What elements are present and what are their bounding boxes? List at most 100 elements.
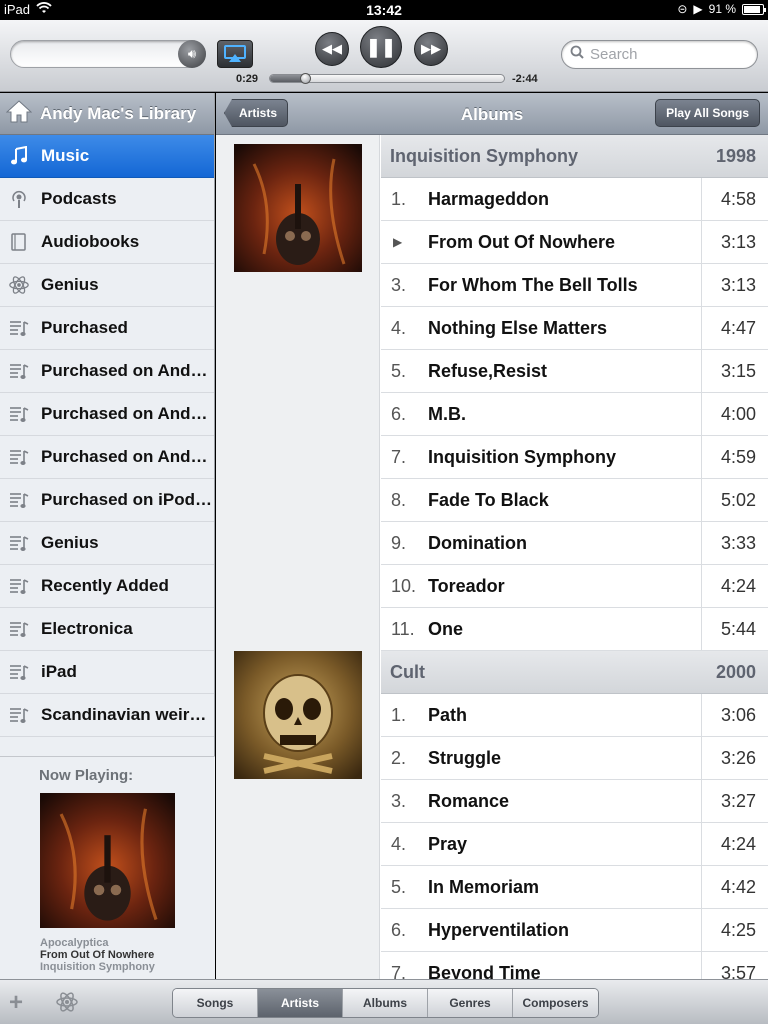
- sidebar-item[interactable]: Audiobooks: [0, 221, 214, 264]
- pause-button[interactable]: ❚❚: [360, 26, 402, 68]
- genius-atom-icon: [8, 274, 30, 296]
- tab-artists[interactable]: Artists: [258, 989, 343, 1017]
- track-number: 5.: [391, 876, 407, 897]
- next-track-button[interactable]: ▶▶: [414, 32, 448, 66]
- sidebar-item[interactable]: Electronica: [0, 608, 214, 651]
- track-name: From Out Of Nowhere: [428, 231, 616, 252]
- sidebar-item[interactable]: Recently Added: [0, 565, 214, 608]
- sidebar-item[interactable]: Purchased on And…: [0, 350, 214, 393]
- track-row[interactable]: 4. Pray 4:24: [381, 822, 768, 866]
- sidebar-item-label: Music: [41, 146, 90, 165]
- volume-slider[interactable]: [10, 40, 206, 68]
- sidebar-item[interactable]: Music: [0, 135, 214, 178]
- home-icon[interactable]: [5, 99, 33, 128]
- track-number: 3.: [391, 274, 407, 295]
- track-name: Struggle: [428, 747, 502, 768]
- library-title: Andy Mac's Library: [40, 103, 197, 123]
- track-row[interactable]: 2. Struggle 3:26: [381, 736, 768, 780]
- albums-header: Artists Albums Play All Songs: [216, 93, 768, 135]
- genius-icon[interactable]: [55, 990, 79, 1014]
- scrubber[interactable]: [269, 73, 505, 84]
- track-duration: 3:33: [701, 521, 768, 565]
- tab-genres[interactable]: Genres: [428, 989, 513, 1017]
- track-number: 9.: [391, 532, 407, 553]
- search-icon: [570, 45, 584, 64]
- sidebar-item-label: Genius: [41, 275, 99, 294]
- track-row[interactable]: 3. Romance 3:27: [381, 779, 768, 823]
- sidebar-item[interactable]: Scandinavian weir…: [0, 694, 214, 737]
- album-header[interactable]: Inquisition Symphony 1998: [381, 135, 768, 178]
- now-playing-indicator-icon: ▶: [393, 235, 403, 249]
- sidebar-item[interactable]: Purchased on And…: [0, 436, 214, 479]
- track-list: Inquisition Symphony 1998 1. Harmageddon 4:5…: [381, 135, 768, 979]
- track-row[interactable]: 8. Fade To Black 5:02: [381, 478, 768, 522]
- previous-track-button[interactable]: ◀◀: [315, 32, 349, 66]
- tab-albums[interactable]: Albums: [343, 989, 428, 1017]
- scrubber-thumb[interactable]: [300, 73, 311, 84]
- track-row[interactable]: 6. M.B. 4:00: [381, 392, 768, 436]
- album-art-inquisition-symphony[interactable]: [234, 144, 362, 272]
- track-duration: 4:24: [701, 822, 768, 866]
- status-bar: iPad 13:42 ⊝ ▶ 91 %: [0, 0, 768, 20]
- search-box[interactable]: [561, 40, 758, 69]
- track-row[interactable]: 1. Path 3:06: [381, 693, 768, 737]
- sidebar-item[interactable]: Purchased on iPod…: [0, 479, 214, 522]
- sidebar-item-label: Genius: [41, 533, 99, 552]
- track-row[interactable]: 6. Hyperventilation 4:25: [381, 908, 768, 952]
- battery-percent: 91 %: [708, 2, 736, 16]
- now-playing-album: Inquisition Symphony: [40, 961, 155, 973]
- sidebar-item[interactable]: Genius: [0, 522, 214, 565]
- track-name: Refuse,Resist: [428, 360, 548, 381]
- sidebar-item[interactable]: Purchased on And…: [0, 393, 214, 436]
- track-row[interactable]: 5. In Memoriam 4:42: [381, 865, 768, 909]
- sidebar-item[interactable]: Purchased: [0, 307, 214, 350]
- track-name: Pray: [428, 833, 468, 854]
- album-art-cult[interactable]: [234, 651, 362, 779]
- tab-composers[interactable]: Composers: [513, 989, 598, 1017]
- track-duration: 5:44: [701, 607, 768, 651]
- tab-songs[interactable]: Songs: [173, 989, 258, 1017]
- track-row[interactable]: 10. Toreador 4:24: [381, 564, 768, 608]
- track-row[interactable]: 7. Beyond Time 3:57: [381, 951, 768, 979]
- now-playing-album-art[interactable]: [40, 793, 175, 928]
- track-duration: 4:24: [701, 564, 768, 608]
- sidebar: Andy Mac's Library Music Podcasts Audioboo…: [0, 93, 215, 979]
- add-playlist-icon[interactable]: +: [9, 989, 23, 1017]
- sidebar-item[interactable]: Podcasts: [0, 178, 214, 221]
- track-row[interactable]: ▶ From Out Of Nowhere 3:13: [381, 220, 768, 264]
- sidebar-item[interactable]: iPad: [0, 651, 214, 694]
- track-number: 1.: [391, 188, 407, 209]
- track-row[interactable]: 4. Nothing Else Matters 4:47: [381, 306, 768, 350]
- track-duration: 3:06: [701, 693, 768, 737]
- album-header[interactable]: Cult 2000: [381, 651, 768, 694]
- track-number: 1.: [391, 704, 407, 725]
- playlist-icon: [8, 532, 30, 554]
- track-name: Inquisition Symphony: [428, 446, 616, 467]
- now-playing-panel[interactable]: Now Playing: Apocalyptica From Out Of No…: [0, 756, 215, 979]
- album-art-column: [216, 135, 380, 979]
- volume-icon[interactable]: 🔊︎: [178, 40, 206, 68]
- track-row[interactable]: 3. For Whom The Bell Tolls 3:13: [381, 263, 768, 307]
- search-input[interactable]: [590, 46, 750, 63]
- track-duration: 3:15: [701, 349, 768, 393]
- track-duration: 3:26: [701, 736, 768, 780]
- clock: 13:42: [366, 2, 402, 18]
- track-row[interactable]: 9. Domination 3:33: [381, 521, 768, 565]
- music-note-icon: [8, 145, 30, 167]
- track-row[interactable]: 1. Harmageddon 4:58: [381, 177, 768, 221]
- albums-view: Artists Albums Play All Songs Inquisitio…: [216, 93, 768, 979]
- track-name: Nothing Else Matters: [428, 317, 608, 338]
- book-icon: [8, 231, 30, 253]
- track-name: For Whom The Bell Tolls: [428, 274, 638, 295]
- airplay-icon[interactable]: [217, 40, 253, 68]
- track-number: 4.: [391, 317, 407, 338]
- track-duration: 4:58: [701, 177, 768, 221]
- track-row[interactable]: 5. Refuse,Resist 3:15: [381, 349, 768, 393]
- sidebar-item[interactable]: Genius: [0, 264, 214, 307]
- play-all-songs-button[interactable]: Play All Songs: [655, 99, 760, 127]
- track-row[interactable]: 11. One 5:44: [381, 607, 768, 651]
- sidebar-item-label: Scandinavian weir…: [41, 705, 207, 724]
- track-number: 8.: [391, 489, 407, 510]
- track-row[interactable]: 7. Inquisition Symphony 4:59: [381, 435, 768, 479]
- track-duration: 3:27: [701, 779, 768, 823]
